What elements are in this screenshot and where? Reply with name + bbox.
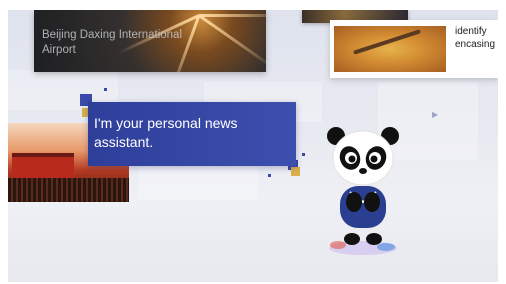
fossil-card-snippet: identify encasing xyxy=(455,26,496,50)
crowd-shape xyxy=(8,178,129,202)
panda-right-foot xyxy=(366,233,382,245)
fossil-news-card[interactable]: identify encasing xyxy=(330,20,498,78)
panda-left-foot xyxy=(344,233,360,245)
fossil-photo xyxy=(334,26,446,72)
decor-dot xyxy=(104,88,107,91)
panda-nose xyxy=(359,168,367,174)
sparkle-red xyxy=(330,241,346,249)
sparkle-blue xyxy=(377,243,395,251)
panda-right-pupil xyxy=(370,155,378,163)
light-ray xyxy=(199,14,266,17)
decor-square xyxy=(291,167,300,176)
fossil-shape xyxy=(353,29,421,55)
chevron-right-icon[interactable]: ▶ xyxy=(432,110,438,119)
panda-left-pupil xyxy=(348,155,356,163)
background-tile xyxy=(138,160,258,200)
panda-mascot[interactable] xyxy=(320,122,406,258)
light-ray xyxy=(198,14,266,69)
assistant-greeting-panel: I'm your personal news assistant. xyxy=(88,102,296,166)
news-stage: Beijing Daxing International Airport ide… xyxy=(8,10,498,282)
decor-dot xyxy=(268,174,271,177)
panda-shirt xyxy=(340,186,386,228)
airport-card-title: Beijing Daxing International Airport xyxy=(42,29,183,56)
gate-shape xyxy=(12,153,74,179)
decor-dot xyxy=(302,153,305,156)
panda-left-paw xyxy=(346,192,362,212)
assistant-message: I'm your personal news assistant. xyxy=(94,115,238,150)
airport-news-card[interactable]: Beijing Daxing International Airport xyxy=(34,10,266,72)
panda-right-paw xyxy=(364,192,380,212)
